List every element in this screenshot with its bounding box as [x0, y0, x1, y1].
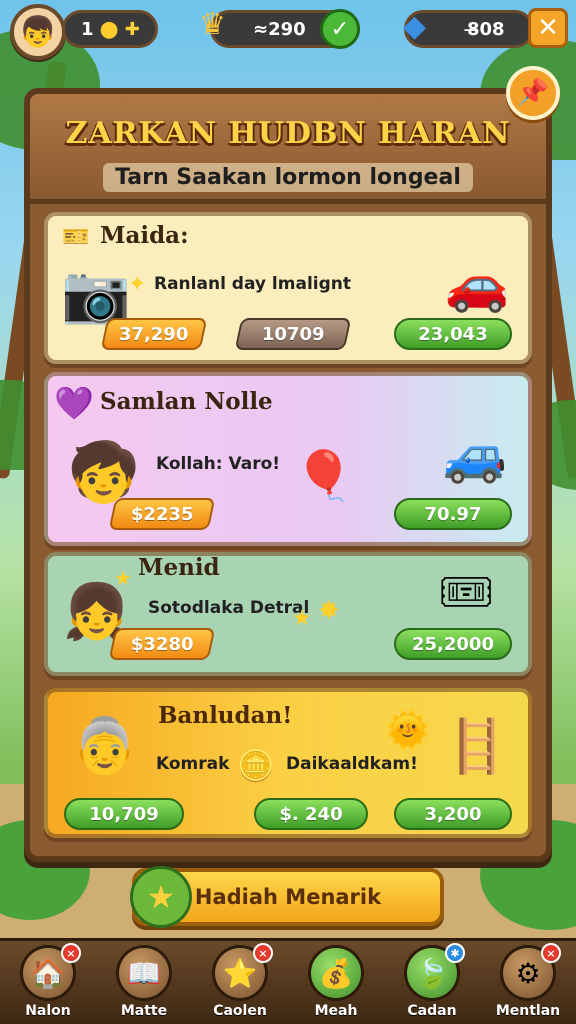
reward-panel: ZARKAN HUDBN HARAN Tarn Saakan lormon lo…: [24, 66, 560, 862]
card-3-text: Sotodlaka Detral: [148, 598, 310, 618]
pin-icon[interactable]: 📌: [506, 66, 560, 120]
currency-1-value: ≈290: [253, 18, 306, 40]
reward-card-4[interactable]: Banludan! 👵 Komrak 🪙 Daikaaldkam! 🌞 🪜 10…: [44, 688, 532, 838]
nav-item-coins[interactable]: 💰 Meah: [291, 941, 381, 1024]
card-3-reward-tag[interactable]: 25,2000: [394, 628, 512, 660]
pencil-crown-icon: ♛: [199, 7, 226, 42]
sun-badge-icon: 🌞: [384, 707, 432, 752]
card-4-tag-3[interactable]: 3,200: [394, 798, 512, 830]
card-3-price-tag[interactable]: $3280: [108, 628, 216, 660]
notification-badge: ✱: [445, 943, 465, 963]
ticket-bundle-icon: 🎟: [438, 567, 494, 618]
ladder-icon: 🪜: [444, 716, 510, 777]
level-pill: 1 ● ✚: [62, 10, 158, 48]
nav-item-book[interactable]: 📖 Matte: [99, 941, 189, 1024]
plus-icon[interactable]: ✚: [125, 19, 140, 40]
card-4-tag-2[interactable]: $. 240: [254, 798, 368, 830]
coin-stack-icon: 🪙: [237, 748, 275, 784]
claim-rewards-label: Hadiah Menarik: [194, 885, 382, 909]
character-grandma-icon: 👵: [71, 714, 139, 777]
player-avatar[interactable]: 👦: [10, 4, 66, 60]
notification-badge: ×: [541, 943, 561, 963]
nav-item-home[interactable]: 🏠 × Nalon: [3, 941, 93, 1024]
add-currency-1-button[interactable]: ✓: [320, 9, 360, 49]
card-1-title: Maida:: [100, 222, 189, 249]
card-1-text: Ranlanl day lmalignt: [154, 274, 351, 294]
nav-label: Caolen: [213, 1003, 267, 1019]
card-1-price-tag[interactable]: 37,290: [100, 318, 208, 350]
nav-label: Matte: [120, 1003, 168, 1019]
card-4-text-left: Komrak: [156, 754, 230, 774]
nav-label: Mentlan: [495, 1003, 561, 1019]
notification-badge: ×: [253, 943, 273, 963]
coin-icon: ●: [99, 16, 119, 42]
nav-label: Meah: [314, 1003, 358, 1019]
card-4-title: Banludan!: [158, 702, 293, 729]
nav-item-leaf[interactable]: 🍃 ✱ Cadan: [387, 941, 477, 1024]
card-2-reward-tag[interactable]: 70.97: [394, 498, 512, 530]
card-3-title: Menid: [138, 554, 220, 581]
card-1-reward-tag[interactable]: 23,043: [394, 318, 512, 350]
car-icon: 🚗: [444, 254, 510, 315]
notification-badge: ×: [61, 943, 81, 963]
panel-title: ZARKAN HUDBN HARAN: [65, 116, 511, 151]
top-hud: 👦 1 ● ✚ ♛ ≈290 ✓ ◆ 8̶08 ✕: [0, 0, 576, 60]
gem-icon: ◆: [403, 9, 427, 44]
card-2-price-tag[interactable]: $2235: [108, 498, 216, 530]
purple-gem-icon: 💜: [54, 384, 94, 422]
reward-card-1[interactable]: 🎫 Maida: 📷 ✦ Ranlanl day lmalignt 🚗 37,2…: [44, 212, 532, 364]
star-icon: ✸: [318, 596, 340, 626]
nav-label: Nalon: [25, 1003, 71, 1019]
level-value: 1: [81, 18, 94, 40]
star-icon: ★: [292, 606, 312, 631]
currency-2-value: 8̶08: [467, 18, 505, 40]
currency-pill-2: ◆ 8̶08: [403, 9, 534, 48]
nav-item-settings[interactable]: ⚙ × Mentlan: [483, 941, 573, 1024]
sparkle-icon: ✦: [128, 272, 147, 297]
panel-subtitle: Tarn Saakan lormon longeal: [103, 163, 473, 192]
card-4-tag-1[interactable]: 10,709: [64, 798, 184, 830]
truck-icon: 🚙: [442, 425, 508, 486]
ticket-icon: 🎫: [62, 224, 90, 250]
star-icon: ★: [114, 566, 132, 590]
balloon-icon: 🎈: [294, 447, 354, 504]
reward-card-3[interactable]: Menid 👧 ★ Sotodlaka Detral ★ ✸ 🎟 $3280 2…: [44, 552, 532, 676]
card-2-text: Kollah: Varo!: [156, 454, 281, 474]
book-icon: 📖: [116, 945, 172, 1001]
nav-label: Cadan: [407, 1003, 457, 1019]
nav-item-star[interactable]: ⭐ × Caolen: [195, 941, 285, 1024]
reward-card-2[interactable]: 💜 Samlan Nolle 🧒 Kollah: Varo! 🎈 🚙 $2235…: [44, 372, 532, 546]
coin-bag-icon: 💰: [308, 945, 364, 1001]
claim-rewards-button[interactable]: ★ Hadiah Menarik: [130, 866, 444, 928]
card-2-title: Samlan Nolle: [100, 388, 273, 415]
bottom-navigation: 🏠 × Nalon 📖 Matte ⭐ × Caolen 💰 Meah 🍃 ✱ …: [0, 938, 576, 1024]
close-button[interactable]: ✕: [528, 8, 568, 48]
panel-header: ZARKAN HUDBN HARAN Tarn Saakan lormon lo…: [30, 94, 546, 204]
star-badge-icon: ★: [130, 866, 192, 928]
card-1-count-tag[interactable]: 10709: [234, 318, 352, 350]
